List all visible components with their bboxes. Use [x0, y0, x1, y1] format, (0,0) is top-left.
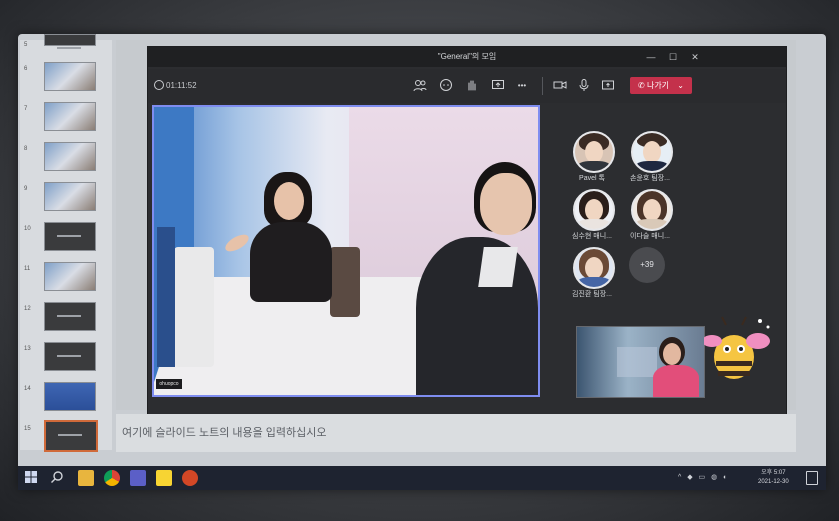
avatar — [573, 247, 615, 289]
more-participants-button[interactable]: +39 — [629, 247, 665, 283]
slide-number: 9 — [24, 186, 28, 192]
maximize-button[interactable]: ☐ — [666, 50, 680, 64]
participant-name: Pavel 톡 — [579, 175, 605, 182]
slide-number: 6 — [24, 66, 28, 72]
participants-icon[interactable] — [412, 78, 428, 94]
shield-icon — [154, 80, 164, 90]
slide-thumbnail[interactable] — [44, 262, 96, 291]
slide-number: 11 — [24, 266, 31, 272]
leave-button[interactable]: ✆ 나가기 ⌄ — [630, 77, 692, 94]
avatar — [631, 189, 673, 231]
slide-number: 15 — [24, 426, 31, 432]
slide-thumbnail[interactable] — [44, 382, 96, 411]
slide-number: 8 — [24, 146, 28, 152]
slide-thumbnail[interactable] — [44, 222, 96, 251]
taskbar-clock[interactable]: 오후 5:07 2021-12-30 — [758, 469, 789, 487]
camera-icon[interactable] — [552, 78, 568, 94]
microphone-icon[interactable] — [576, 78, 592, 94]
phone-hangup-icon: ✆ — [638, 81, 647, 90]
teams-meeting-window: "General"의 모임 — ☐ ✕ 01:11:52 ••• ✆ 나가기 ⌄… — [147, 46, 787, 415]
bee-sticker-icon — [704, 316, 770, 379]
avatar — [573, 131, 615, 173]
video-participant-tag: ohuopco — [156, 379, 182, 389]
slide-thumbnail-panel[interactable]: 5 6 7 8 9 10 11 12 13 14 15 — [20, 34, 112, 452]
chevron-down-icon: ⌄ — [677, 81, 684, 90]
window-title: "General"의 모임 — [437, 52, 497, 61]
windows-taskbar: ^ ◆ ▭ ◍ ◐ 오후 5:07 2021-12-30 — [18, 466, 826, 490]
slide-notes-pane[interactable]: 여기에 슬라이드 노트의 내용을 입력하십시오 — [116, 414, 796, 452]
close-button[interactable]: ✕ — [688, 50, 702, 64]
main-video-feed[interactable]: ohuopco — [152, 105, 540, 397]
chat-icon[interactable] — [438, 78, 454, 94]
leave-button-label: 나가기 — [646, 81, 670, 90]
slide-number: 13 — [24, 346, 31, 352]
avatar — [631, 131, 673, 173]
more-options-icon[interactable]: ••• — [514, 78, 530, 94]
participant-name: 이다슬 매니... — [630, 233, 670, 240]
powerpoint-icon[interactable] — [182, 470, 198, 486]
toolbar-divider — [542, 77, 543, 95]
slide-number: 12 — [24, 306, 31, 312]
slide-thumbnail[interactable] — [44, 102, 96, 131]
slide-thumbnail[interactable] — [44, 182, 96, 211]
slide-thumbnail[interactable] — [44, 62, 96, 91]
notification-icon[interactable] — [806, 471, 818, 485]
minimize-button[interactable]: — — [644, 50, 658, 64]
share-screen-icon[interactable] — [490, 78, 506, 94]
participant-name: 심수현 매니... — [572, 233, 612, 240]
slide-thumbnail[interactable] — [44, 34, 96, 49]
slide-number: 5 — [24, 42, 28, 48]
search-icon[interactable] — [50, 470, 66, 486]
slide-thumbnail[interactable] — [44, 302, 96, 331]
slide-number: 10 — [24, 226, 31, 232]
call-timer: 01:11:52 — [166, 81, 197, 90]
teams-icon[interactable] — [130, 470, 146, 486]
self-video-preview[interactable] — [576, 326, 705, 398]
raise-hand-icon[interactable] — [464, 78, 480, 94]
windows-start-icon[interactable] — [24, 470, 40, 486]
participant-name: 김진환 팀장... — [572, 291, 612, 298]
file-explorer-icon[interactable] — [78, 470, 94, 486]
slide-number: 7 — [24, 106, 28, 112]
participant-name: 손윤호 팀장... — [630, 175, 670, 182]
avatar — [573, 189, 615, 231]
slide-thumbnail[interactable] — [44, 342, 96, 371]
notes-placeholder[interactable]: 여기에 슬라이드 노트의 내용을 입력하십시오 — [122, 424, 327, 440]
sticky-notes-icon[interactable] — [156, 470, 172, 486]
system-tray[interactable]: ^ ◆ ▭ ◍ ◐ — [678, 473, 729, 481]
slide-thumbnail[interactable] — [44, 142, 96, 171]
slide-number: 14 — [24, 386, 31, 392]
share-tray-icon[interactable] — [600, 78, 616, 94]
meeting-toolbar: 01:11:52 ••• ✆ 나가기 ⌄ — [148, 69, 786, 103]
clock-time: 오후 5:07 — [761, 470, 786, 476]
chrome-icon[interactable] — [104, 470, 120, 486]
clock-date: 2021-12-30 — [758, 479, 789, 485]
slide-thumbnail-current[interactable] — [44, 420, 98, 452]
window-titlebar: "General"의 모임 — ☐ ✕ — [148, 47, 786, 67]
